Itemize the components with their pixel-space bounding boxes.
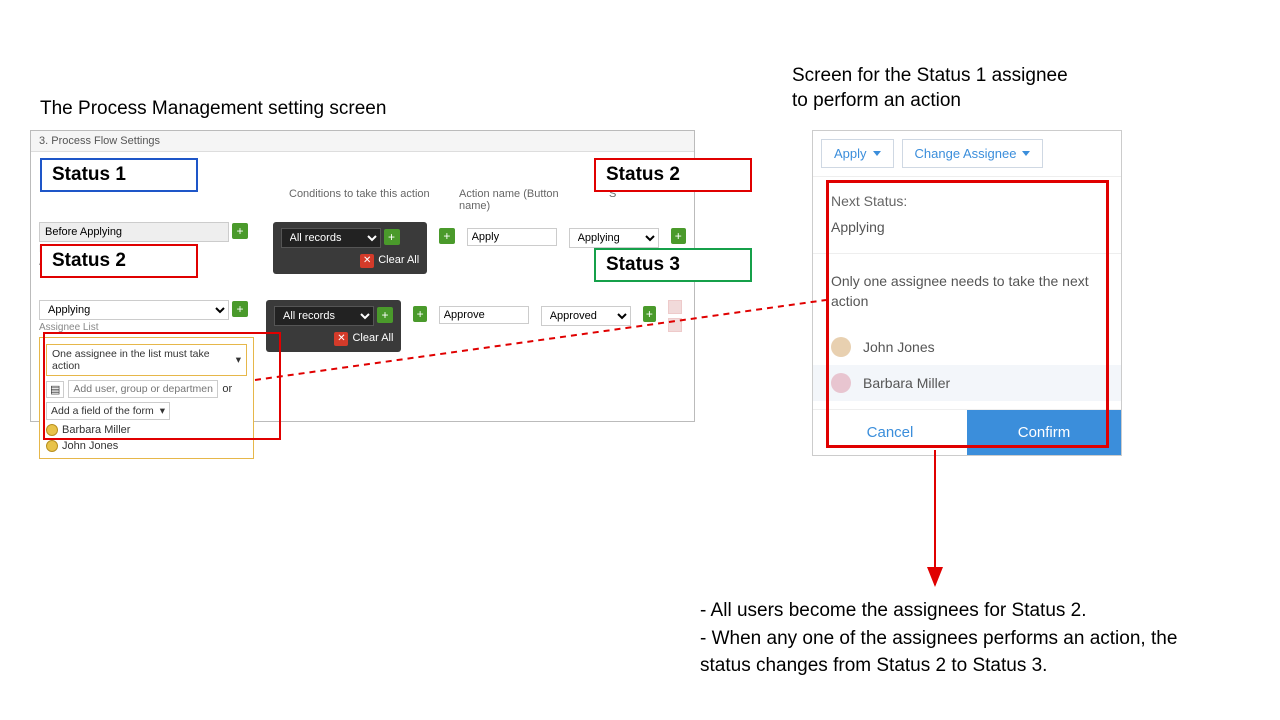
delete-row-button[interactable] [668,318,682,332]
chevron-down-icon: ▾ [160,405,165,417]
assignee-user-2: John Jones [46,440,247,452]
action-name-input-2[interactable] [439,306,529,324]
condition-box-1: All records + ✕Clear All [273,222,428,274]
add-action-button-1[interactable]: + [671,228,686,244]
status-name-select-2[interactable]: Applying [39,300,229,320]
status-name-input-1[interactable] [39,222,229,242]
add-status-button-2[interactable]: + [232,301,248,317]
clear-icon: ✕ [360,254,374,268]
add-branch-button-1[interactable]: + [439,228,454,244]
cancel-button[interactable]: Cancel [813,410,967,455]
user-icon [46,440,58,452]
assignee-action-dialog: Apply Change Assignee Next Status: Apply… [812,130,1122,456]
delete-row-button[interactable] [668,300,682,314]
action-name-input-1[interactable] [467,228,557,246]
user-icon [46,424,58,436]
change-assignee-dropdown-button[interactable]: Change Assignee [902,139,1044,168]
avatar [831,373,851,393]
add-status-button-1[interactable]: + [232,223,248,239]
row-delete-controls [668,300,686,332]
right-caption-line1: Screen for the Status 1 assignee [792,65,1068,87]
condition-select-2[interactable]: All records [274,306,374,326]
org-tree-icon[interactable]: ▤ [46,381,64,398]
note-line-1: - All users become the assignees for Sta… [700,597,1177,625]
condition-select-1[interactable]: All records [281,228,381,248]
assignee-panel: One assignee in the list must take actio… [39,337,254,459]
status1-label: Status 1 [40,158,198,192]
assignee-rule-select[interactable]: One assignee in the list must take actio… [46,344,247,376]
clear-icon: ✕ [334,332,348,346]
note-line-3: status changes from Status 2 to Status 3… [700,652,1177,680]
status2-right-label: Status 2 [594,158,752,192]
next-status-value: Applying [831,219,1103,235]
flow-row-2: Applying + Assignee List One assignee in… [39,296,686,463]
dialog-user-2: Barbara Miller [813,365,1121,401]
chevron-down-icon [1022,151,1030,156]
status2-left-label: Status 2 [40,244,198,278]
clear-all-2[interactable]: ✕Clear All [274,332,393,346]
assignee-list-label-2: Assignee List [39,322,254,333]
settings-header: 3. Process Flow Settings [31,131,694,152]
avatar [831,337,851,357]
clear-all-1[interactable]: ✕Clear All [281,254,420,268]
next-status-label: Next Status: [831,193,1103,209]
add-condition-button-2[interactable]: + [377,307,393,323]
explanation-notes: - All users become the assignees for Sta… [700,597,1177,680]
condition-box-2: All records + ✕Clear All [266,300,401,352]
apply-dropdown-button[interactable]: Apply [821,139,894,168]
add-condition-button-1[interactable]: + [384,229,400,245]
add-field-select[interactable]: Add a field of the form ▾ [46,402,170,420]
assignee-note: Only one assignee needs to take the next… [831,272,1103,311]
status-after-select-1[interactable]: Applying [569,228,659,248]
status-after-select-2[interactable]: Approved [541,306,631,326]
right-caption-line2: to perform an action [792,90,961,112]
or-text: or [222,383,232,395]
chevron-down-icon [873,151,881,156]
assignee-user-1: Barbara Miller [46,424,247,436]
col-action-name: Action name (Button name) [459,188,589,212]
col-conditions: Conditions to take this action [289,188,439,212]
chevron-down-icon: ▾ [236,354,241,366]
add-user-input[interactable] [68,380,218,398]
divider [813,253,1121,254]
confirm-button[interactable]: Confirm [967,410,1121,455]
add-action-button-2[interactable]: + [643,306,656,322]
status3-label: Status 3 [594,248,752,282]
left-caption: The Process Management setting screen [40,98,386,120]
dialog-user-1: John Jones [831,329,1103,365]
note-line-2: - When any one of the assignees performs… [700,625,1177,653]
add-branch-button-2[interactable]: + [413,306,426,322]
